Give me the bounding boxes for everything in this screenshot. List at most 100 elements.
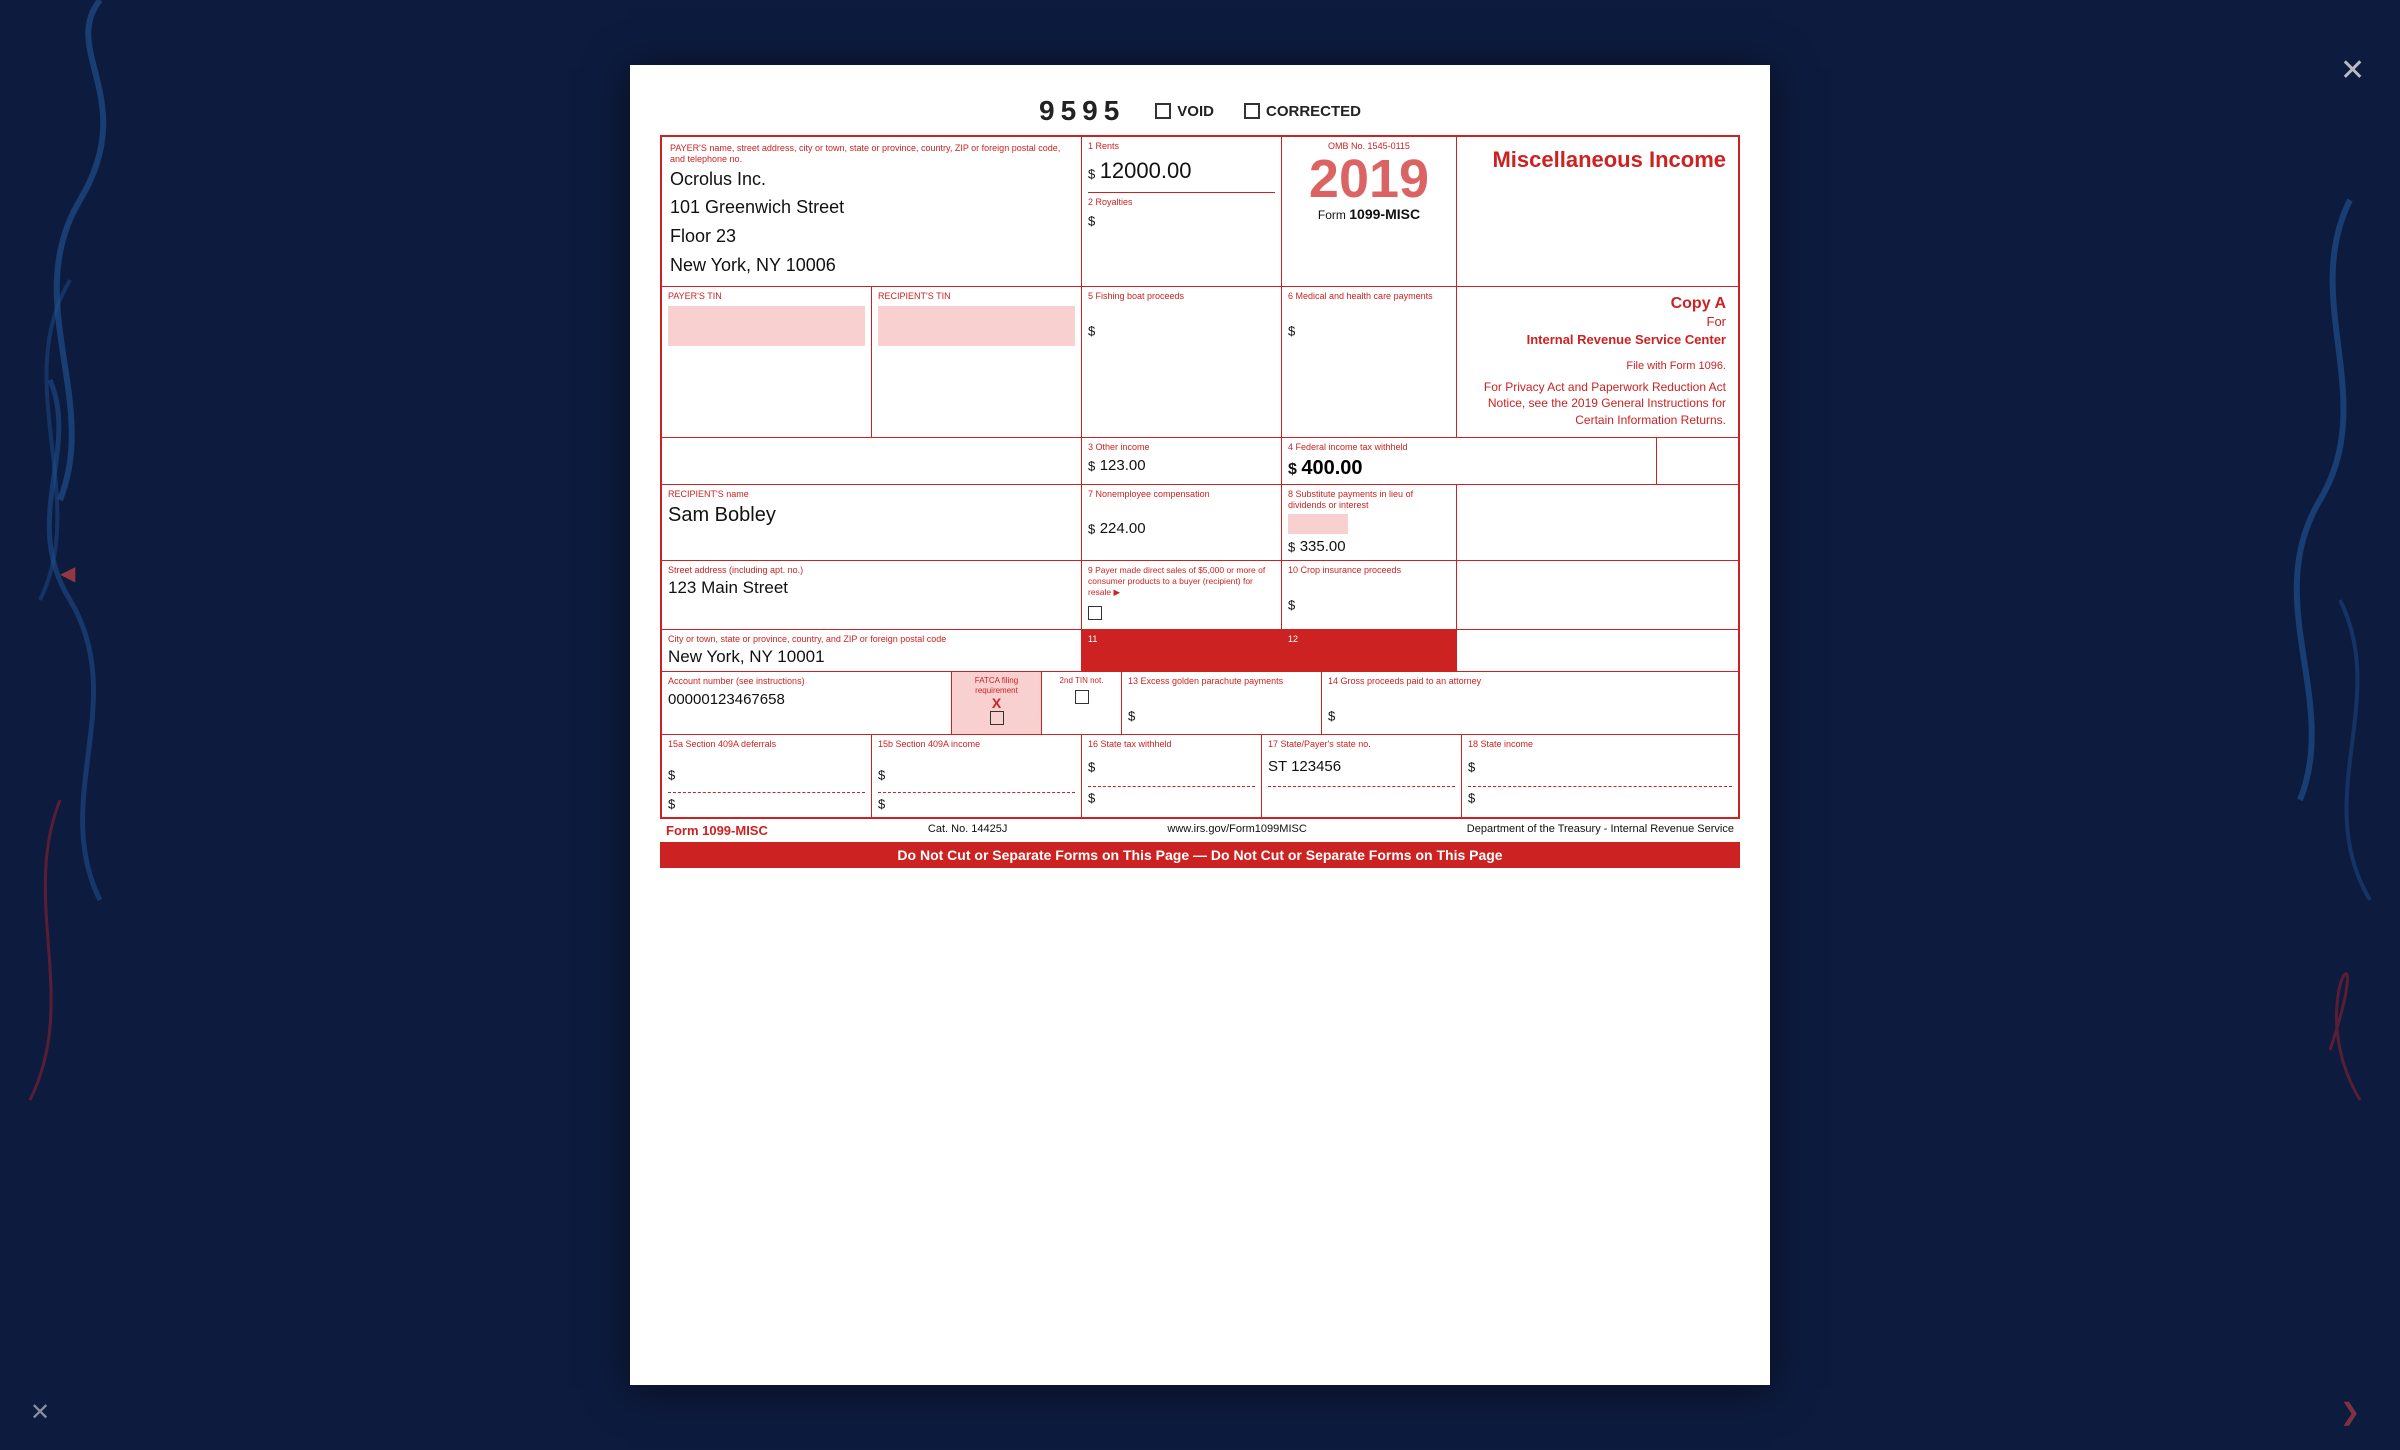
- box16-label: 16 State tax withheld: [1088, 739, 1255, 750]
- box11-cell: 11: [1082, 630, 1282, 671]
- copy-for: For: [1469, 313, 1726, 331]
- box1-cell: 1 Rents $ 12000.00 2 Royalties $: [1082, 137, 1282, 286]
- copy-filler: [1457, 485, 1738, 561]
- box17-cell: 17 State/Payer's state no. ST 123456: [1262, 735, 1462, 817]
- box17-value: ST 123456: [1268, 758, 1341, 775]
- fatca-x: X: [956, 695, 1037, 711]
- row-state: 15a Section 409A deferrals $ $ 15b Secti…: [662, 735, 1738, 817]
- file-with: File with Form 1096.: [1469, 359, 1726, 374]
- box14-label: 14 Gross proceeds paid to an attorney: [1328, 676, 1732, 687]
- box14-cell: 14 Gross proceeds paid to an attorney $: [1322, 672, 1738, 734]
- footer-info: Form 1099-MISC Cat. No. 14425J www.irs.g…: [660, 819, 1740, 842]
- misc-income-cell: Miscellaneous Income: [1457, 137, 1738, 286]
- box4-value: 400.00: [1301, 457, 1362, 479]
- corrected-item: CORRECTED: [1244, 103, 1361, 120]
- box7-cell: 7 Nonemployee compensation $ 224.00: [1082, 485, 1282, 561]
- svg-text:❯: ❯: [2340, 1399, 2360, 1426]
- box15b-cell: 15b Section 409A income $ $: [872, 735, 1082, 817]
- corrected-checkbox[interactable]: [1244, 103, 1260, 119]
- payer-name: Ocrolus Inc. 101 Greenwich Street Floor …: [670, 165, 1073, 280]
- misc-income-title: Miscellaneous Income: [1469, 147, 1726, 173]
- box11-label: 11: [1088, 634, 1275, 645]
- form-header: 9595 VOID CORRECTED: [660, 95, 1740, 127]
- box3-value-cell: 3 Other income $ 123.00: [1082, 438, 1282, 484]
- city-value: New York, NY 10001: [668, 647, 1075, 667]
- tin-not-cell: 2nd TIN not.: [1042, 672, 1122, 734]
- box8-cell: 8 Substitute payments in lieu of dividen…: [1282, 485, 1457, 561]
- box6-label: 6 Medical and health care payments: [1288, 291, 1450, 302]
- street-value: 123 Main Street: [668, 578, 1075, 598]
- box7-value: 224.00: [1100, 520, 1146, 537]
- recipient-tin-value[interactable]: [878, 306, 1075, 346]
- box8-label: 8 Substitute payments in lieu of dividen…: [1288, 489, 1450, 511]
- box1-value: 12000.00: [1100, 158, 1192, 183]
- fatca-label: FATCA filing requirement: [956, 676, 1037, 695]
- row-tin: PAYER'S TIN RECIPIENT'S TIN 5 Fishing bo…: [662, 287, 1738, 438]
- box4-label: 4 Federal income tax withheld: [1288, 442, 1650, 453]
- street-cell: Street address (including apt. no.) 123 …: [662, 561, 1082, 629]
- box9-label: 9 Payer made direct sales of $5,000 or m…: [1088, 565, 1275, 598]
- recipient-name-cell: RECIPIENT'S name Sam Bobley: [662, 485, 1082, 561]
- box18-cell: 18 State income $ $: [1462, 735, 1738, 817]
- copy-a-label: Copy A: [1469, 295, 1726, 313]
- account-label: Account number (see instructions): [668, 676, 945, 687]
- street-label: Street address (including apt. no.): [668, 565, 1075, 576]
- recipient-name: Sam Bobley: [668, 504, 1075, 527]
- copy-filler3: [1457, 630, 1738, 671]
- account-value: 00000123467658: [668, 691, 945, 708]
- recipient-tin-cell: RECIPIENT'S TIN: [872, 287, 1082, 437]
- box15a-label: 15a Section 409A deferrals: [668, 739, 865, 750]
- payer-label: PAYER'S name, street address, city or to…: [670, 143, 1073, 165]
- void-corrected-section: VOID CORRECTED: [1155, 103, 1361, 120]
- void-item: VOID: [1155, 103, 1214, 120]
- form-body: PAYER'S name, street address, city or to…: [660, 135, 1740, 819]
- row-payer-top: PAYER'S name, street address, city or to…: [662, 137, 1738, 287]
- box2-label: 2 Royalties: [1088, 197, 1275, 208]
- payer-tin-value[interactable]: [668, 306, 865, 346]
- box18-label: 18 State income: [1468, 739, 1732, 750]
- city-label: City or town, state or province, country…: [668, 634, 1075, 645]
- box10-label: 10 Crop insurance proceeds: [1288, 565, 1450, 576]
- row-account: Account number (see instructions) 000001…: [662, 672, 1738, 735]
- row-recipient: RECIPIENT'S name Sam Bobley 7 Nonemploye…: [662, 485, 1738, 562]
- box8-value: 335.00: [1300, 538, 1346, 555]
- box15a-cell: 15a Section 409A deferrals $ $: [662, 735, 872, 817]
- copy-filler2: [1457, 561, 1738, 629]
- svg-text:◀: ◀: [60, 563, 76, 585]
- row-street: Street address (including apt. no.) 123 …: [662, 561, 1738, 630]
- tin-not-checkbox[interactable]: [1075, 690, 1089, 704]
- payer-tin-cell: PAYER'S TIN: [662, 287, 872, 437]
- svg-text:✕: ✕: [2340, 54, 2365, 87]
- box15b-label: 15b Section 409A income: [878, 739, 1075, 750]
- footer-dept: Department of the Treasury - Internal Re…: [1467, 823, 1734, 838]
- box8-highlight: [1288, 514, 1348, 534]
- box12-label: 12: [1288, 634, 1450, 645]
- box12-cell: 12: [1282, 630, 1457, 671]
- copy-center: Internal Revenue Service Center: [1469, 331, 1726, 349]
- box10-cell: 10 Crop insurance proceeds $: [1282, 561, 1457, 629]
- copy-a-cell: Copy A For Internal Revenue Service Cent…: [1457, 287, 1738, 437]
- box13-cell: 13 Excess golden parachute payments $: [1122, 672, 1322, 734]
- void-checkbox[interactable]: [1155, 103, 1171, 119]
- omb-year-cell: OMB No. 1545-0115 2019 Form 1099-MISC: [1282, 137, 1457, 286]
- form-number: 9595: [1039, 95, 1125, 127]
- box9-checkbox[interactable]: [1088, 606, 1102, 620]
- box17-label: 17 State/Payer's state no.: [1268, 739, 1455, 750]
- year-display: 2019: [1288, 152, 1450, 206]
- box3-cell: [662, 438, 1082, 484]
- payer-info-cell: PAYER'S name, street address, city or to…: [662, 137, 1082, 286]
- row-city: City or town, state or province, country…: [662, 630, 1738, 672]
- box3-value: 123.00: [1100, 457, 1146, 474]
- fatca-checkbox[interactable]: [990, 711, 1004, 725]
- privacy-notice: For Privacy Act and Paperwork Reduction …: [1469, 379, 1726, 429]
- box7-label: 7 Nonemployee compensation: [1088, 489, 1275, 500]
- account-cell: Account number (see instructions) 000001…: [662, 672, 952, 734]
- svg-text:✕: ✕: [30, 1399, 50, 1426]
- box1-label: 1 Rents: [1088, 141, 1275, 152]
- do-not-cut-bar: Do Not Cut or Separate Forms on This Pag…: [660, 842, 1740, 868]
- box3-label: 3 Other income: [1088, 442, 1275, 453]
- payer-tin-label: PAYER'S TIN: [668, 291, 865, 302]
- box13-label: 13 Excess golden parachute payments: [1128, 676, 1315, 687]
- fatca-cell: FATCA filing requirement X: [952, 672, 1042, 734]
- corrected-label: CORRECTED: [1266, 103, 1361, 120]
